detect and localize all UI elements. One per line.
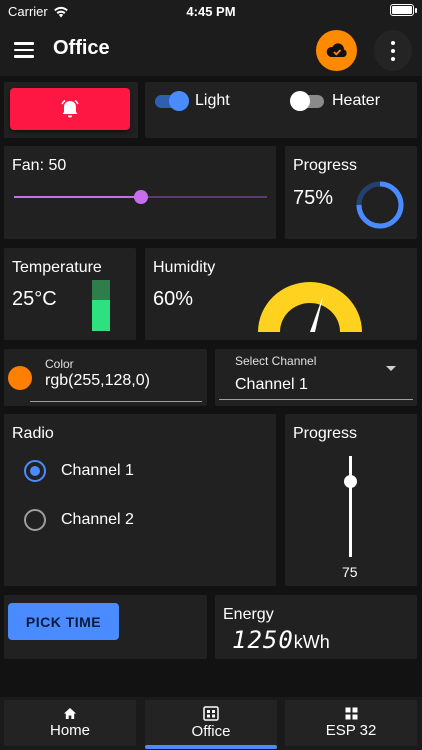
more-vert-icon <box>391 40 395 45</box>
light-switch-row: Light <box>153 91 230 111</box>
switches-card: Light Heater <box>145 82 417 138</box>
radio-channel-2-label[interactable]: Channel 2 <box>61 511 134 529</box>
nav-office[interactable]: Office <box>145 700 277 749</box>
light-switch-label: Light <box>195 92 230 109</box>
fan-label: Fan: 50 <box>12 157 67 174</box>
channel-select-card: Select Channel Channel 1 <box>215 349 417 406</box>
menu-icon <box>14 42 34 45</box>
progress-ring-value: 75% <box>293 187 334 209</box>
cloud-done-icon <box>326 42 347 57</box>
cloud-sync-button[interactable] <box>316 30 357 71</box>
vertical-progress-card: Progress 75 <box>285 414 417 586</box>
pick-time-card: PICK TIME <box>4 595 207 659</box>
energy-value: 1250 <box>232 626 294 654</box>
humidity-gauge <box>258 282 362 332</box>
pick-time-button[interactable]: PICK TIME <box>8 603 119 640</box>
color-field-underline <box>30 401 202 402</box>
alarm-button[interactable] <box>10 88 130 130</box>
progress-ring-card: Progress 75% <box>285 146 417 239</box>
office-icon <box>203 706 219 721</box>
status-bar: Carrier 4:45 PM <box>0 0 422 24</box>
fan-slider-thumb[interactable] <box>133 190 148 204</box>
radio-channel-1-label[interactable]: Channel 1 <box>61 462 134 480</box>
color-field-label: Color <box>45 357 74 371</box>
fan-card: Fan: 50 <box>4 146 276 239</box>
vertical-progress-value: 75 <box>342 564 358 580</box>
more-options-button[interactable] <box>374 30 412 71</box>
nav-home[interactable]: Home <box>4 700 136 746</box>
dropdown-arrow-icon[interactable] <box>386 366 396 371</box>
battery-icon <box>390 4 417 16</box>
temperature-bar-fill <box>92 300 110 331</box>
radio-channel-2[interactable] <box>24 509 46 531</box>
progress-ring-label: Progress <box>293 157 358 174</box>
channel-select-label: Select Channel <box>235 354 317 368</box>
channel-select[interactable]: Channel 1 <box>235 376 308 394</box>
radio-channel-1[interactable] <box>24 460 46 482</box>
radio-card: Radio Channel 1 Channel 2 <box>4 414 276 586</box>
alarm-card <box>4 82 138 138</box>
vertical-slider-thumb[interactable] <box>344 475 357 489</box>
heater-switch[interactable] <box>290 91 326 111</box>
nav-esp32-label: ESP 32 <box>325 722 377 739</box>
vertical-slider-track[interactable] <box>349 456 352 557</box>
channel-select-underline <box>219 399 413 400</box>
humidity-card: Humidity 60% <box>145 248 417 340</box>
progress-ring <box>356 181 404 229</box>
nav-office-label: Office <box>191 723 231 740</box>
temperature-value: 25°C <box>12 288 57 310</box>
color-swatch[interactable] <box>8 366 32 390</box>
radio-title: Radio <box>12 425 54 442</box>
temperature-bar <box>92 280 110 331</box>
nav-active-indicator <box>145 745 277 749</box>
fan-slider-fill <box>14 196 141 198</box>
page-title: Office <box>53 37 110 59</box>
color-card: Color rgb(255,128,0) <box>4 349 207 406</box>
temperature-card: Temperature 25°C <box>4 248 136 340</box>
nav-esp32[interactable]: ESP 32 <box>285 700 417 746</box>
energy-reading: 1250 kWh <box>232 626 330 654</box>
home-icon <box>64 708 76 719</box>
color-field-value[interactable]: rgb(255,128,0) <box>45 372 150 390</box>
app-bar: Office <box>0 24 422 76</box>
vertical-progress-label: Progress <box>293 425 358 442</box>
humidity-label: Humidity <box>153 259 216 276</box>
grid-icon <box>345 707 357 720</box>
bottom-nav: Home Office ESP 32 <box>0 697 422 750</box>
light-switch[interactable] <box>153 91 189 111</box>
heater-switch-label: Heater <box>332 92 381 109</box>
temperature-label: Temperature <box>12 259 102 276</box>
alarm-bell-icon <box>61 99 79 118</box>
clock: 4:45 PM <box>186 4 236 19</box>
energy-card: Energy 1250 kWh <box>215 595 417 659</box>
energy-unit: kWh <box>293 632 330 652</box>
energy-label: Energy <box>223 606 274 623</box>
menu-button[interactable] <box>14 36 42 64</box>
nav-home-label: Home <box>49 722 90 739</box>
heater-switch-row: Heater <box>290 91 380 111</box>
humidity-value: 60% <box>153 288 194 310</box>
